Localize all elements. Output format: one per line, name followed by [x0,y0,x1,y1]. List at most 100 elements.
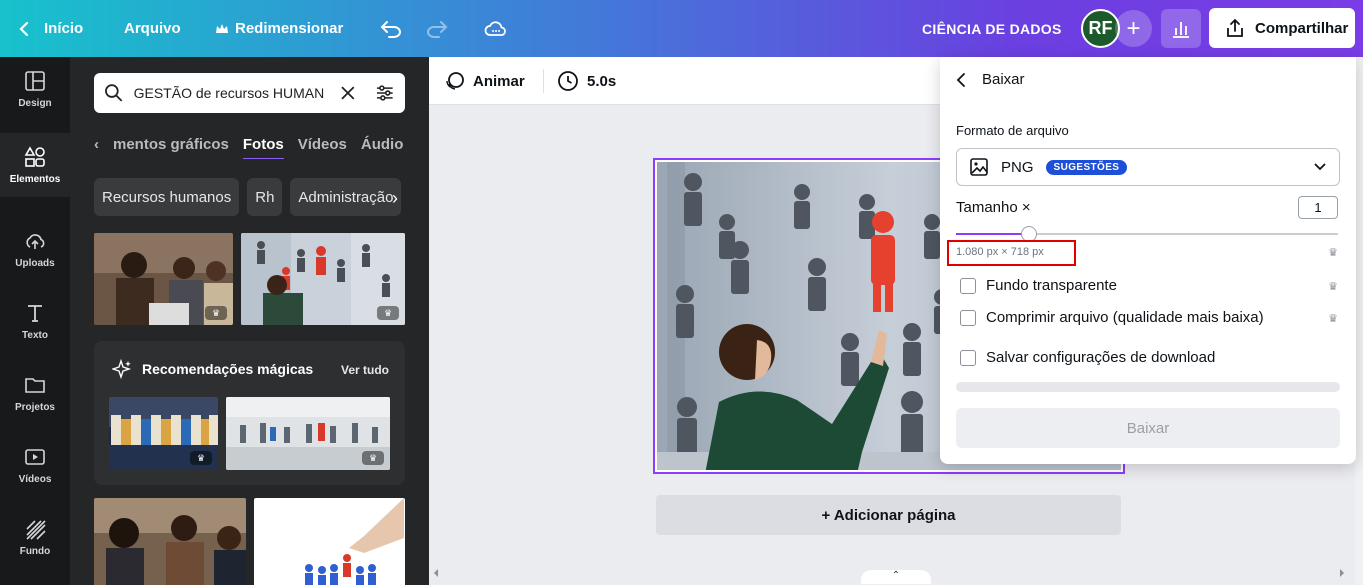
elements-icon [24,145,45,167]
rail-label: Elementos [9,173,61,185]
rail-item-design[interactable]: Design [0,57,70,121]
rail-label: Texto [22,329,48,341]
photo-thumbnail[interactable] [94,498,246,585]
rail-label: Projetos [14,401,55,413]
photo-thumbnail-selected[interactable]: ♛ [241,233,405,325]
image-icon [970,158,988,176]
plus-icon: + [1126,14,1141,42]
video-icon [25,448,45,465]
business-team-photo [94,498,246,585]
magic-recommendations: Recomendações mágicas Ver tudo ♛ ♛ [94,341,405,485]
resize-button[interactable]: Redimensionar [215,0,343,57]
size-input[interactable]: 1 [1298,196,1338,219]
chip-recursos-humanos[interactable]: Recursos humanos [94,178,240,216]
undo-button[interactable] [380,0,402,57]
rail-label: Fundo [19,545,51,557]
toolbar-divider [543,69,544,93]
rail-item-videos[interactable]: Vídeos [0,433,70,497]
premium-crown-icon: ♛ [362,451,384,465]
option-label: Salvar configurações de download [986,349,1216,366]
filter-icon[interactable] [375,83,395,103]
size-slider-fill [956,233,1029,235]
add-page-button[interactable]: + Adicionar página [656,495,1121,535]
insights-button[interactable] [1161,9,1201,48]
background-icon [26,519,46,540]
chip-administracao[interactable]: Administração [290,178,402,216]
duration-label: 5.0s [587,72,617,90]
magic-thumbnail[interactable]: ♛ [109,397,218,470]
home-back-button[interactable]: Início [18,0,83,57]
upload-icon [26,233,45,249]
project-title[interactable]: CIÊNCIA DE DADOS [922,0,1062,57]
back-chevron-icon[interactable] [956,72,966,88]
hand-picking-figure-photo [254,498,405,585]
share-label: Compartilhar [1255,19,1349,37]
vertical-scrollbar[interactable] [1355,57,1363,585]
sparkle-icon [112,359,132,379]
search-input[interactable]: GESTÃO de recursos HUMAN [134,85,330,101]
cloud-icon [484,20,506,36]
category-tabs: ‹ mentos gráficos Fotos Vídeos Áudio › [94,129,405,159]
magic-title: Recomendações mágicas [142,361,314,377]
option-save-settings[interactable]: Salvar configurações de download [960,349,1215,366]
clock-icon [558,71,578,91]
premium-crown-icon: ♛ [190,451,212,465]
animate-button[interactable]: Animar [445,57,525,105]
output-dimensions: 1.080 px × 718 px [956,246,1044,258]
rail-label: Uploads [15,257,55,269]
tabs-scroll-left-icon[interactable]: ‹ [94,136,99,153]
download-button[interactable]: Baixar [956,408,1340,448]
file-format-value: PNG [1001,158,1034,176]
size-slider[interactable] [956,226,1338,242]
premium-crown-icon: ♛ [1328,281,1338,293]
rail-label: Vídeos [18,473,52,485]
premium-crown-icon: ♛ [205,306,227,320]
see-all-link[interactable]: Ver tudo [341,363,389,377]
add-collaborator-button[interactable]: + [1115,10,1152,47]
rail-item-uploads[interactable]: Uploads [0,217,70,281]
magic-thumbnail[interactable]: ♛ [226,397,390,470]
redo-button[interactable] [426,0,448,57]
rail-item-text[interactable]: Texto [0,289,70,353]
rail-item-elements[interactable]: Elementos [0,133,70,197]
crown-icon [216,23,228,33]
compress-file-checkbox[interactable] [960,309,976,326]
tab-graphics[interactable]: mentos gráficos [113,136,229,153]
left-rail: Design Elementos Uploads Texto Projetos … [0,57,70,585]
premium-crown-icon: ♛ [1328,313,1338,325]
download-header: Baixar [956,71,1025,88]
home-label: Início [44,20,84,37]
save-settings-checkbox[interactable] [960,349,976,366]
file-format-label: Formato de arquivo [956,123,1069,138]
duration-button[interactable]: 5.0s [557,57,616,105]
photo-thumbnail[interactable] [254,498,405,585]
chevron-left-icon [19,21,29,36]
chips-scroll-right-icon[interactable]: › [392,188,398,209]
cloud-save-button[interactable] [484,0,508,57]
share-icon [1227,18,1243,37]
tab-audio[interactable]: Áudio [361,136,404,153]
tab-photos[interactable]: Fotos [242,136,284,159]
transparent-background-checkbox[interactable] [960,277,976,294]
redo-icon [427,20,448,38]
tab-videos[interactable]: Vídeos [298,136,347,153]
option-compress-file[interactable]: Comprimir arquivo (qualidade mais baixa) [960,309,1264,326]
rail-item-background[interactable]: Fundo [0,505,70,569]
option-transparent-background[interactable]: Fundo transparente [960,277,1117,294]
horizontal-scrollbar[interactable]: ⌃ [431,566,1347,584]
undo-icon [380,20,401,38]
page-nav-tab[interactable]: ⌃ [861,570,931,584]
top-bar: Início Arquivo Redimensionar CIÊNCIA DE … [0,0,1363,57]
search-box[interactable]: GESTÃO de recursos HUMAN [94,73,405,113]
file-format-dropdown[interactable]: PNG SUGESTÕES [956,148,1340,186]
chip-rh[interactable]: Rh [247,178,283,216]
rail-item-projects[interactable]: Projetos [0,361,70,425]
file-menu-button[interactable]: Arquivo [124,0,181,57]
photo-thumbnail[interactable]: ♛ [94,233,233,325]
suggestion-badge: SUGESTÕES [1045,159,1128,175]
clear-icon[interactable] [340,85,356,101]
share-button[interactable]: Compartilhar [1209,8,1355,48]
premium-crown-icon: ♛ [377,306,399,320]
chevron-up-icon: ⌃ [891,570,901,581]
bar-chart-icon [1173,21,1189,38]
